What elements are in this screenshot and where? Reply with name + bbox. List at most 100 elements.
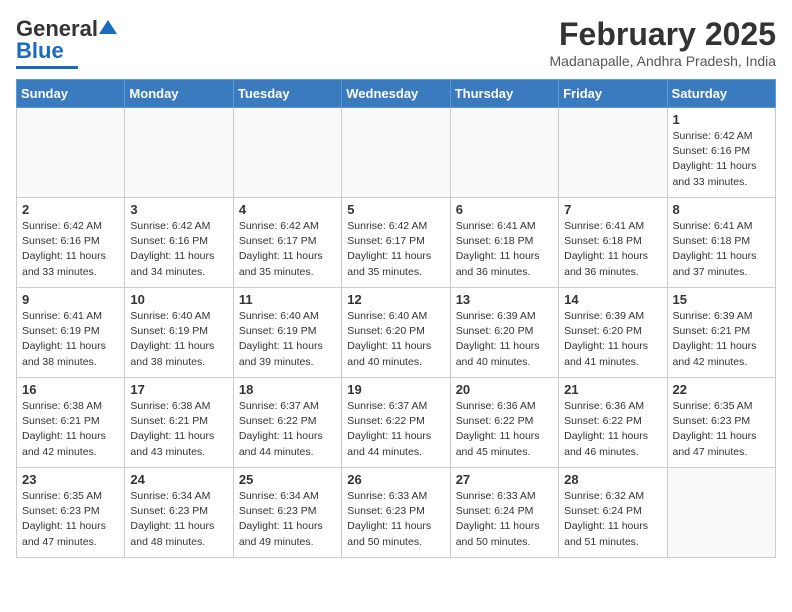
day-number: 20 [456,382,553,397]
calendar-cell: 16 Sunrise: 6:38 AM Sunset: 6:21 PM Dayli… [17,378,125,468]
calendar-cell: 20Sunrise: 6:36 AM Sunset: 6:22 PM Dayli… [450,378,558,468]
day-info: Sunrise: 6:42 AM Sunset: 6:16 PM Dayligh… [22,219,119,280]
day-info: Sunrise: 6:41 AM Sunset: 6:18 PM Dayligh… [673,219,770,280]
day-info: Sunrise: 6:34 AM Sunset: 6:23 PM Dayligh… [130,489,227,550]
day-number: 23 [22,472,119,487]
calendar-cell: 15Sunrise: 6:39 AM Sunset: 6:21 PM Dayli… [667,288,775,378]
day-info: Sunrise: 6:35 AM Sunset: 6:23 PM Dayligh… [22,489,119,550]
calendar-cell [667,468,775,558]
day-info: Sunrise: 6:33 AM Sunset: 6:23 PM Dayligh… [347,489,444,550]
day-number: 21 [564,382,661,397]
calendar-cell: 11 Sunrise: 6:40 AM Sunset: 6:19 PM Dayli… [233,288,341,378]
calendar-week-4: 16 Sunrise: 6:38 AM Sunset: 6:21 PM Dayli… [17,378,776,468]
calendar-cell: 12 Sunrise: 6:40 AM Sunset: 6:20 PM Dayli… [342,288,450,378]
calendar-cell: 14 Sunrise: 6:39 AM Sunset: 6:20 PM Dayli… [559,288,667,378]
col-header-saturday: Saturday [667,80,775,108]
day-info: Sunrise: 6:37 AM Sunset: 6:22 PM Dayligh… [347,399,444,460]
day-number: 16 [22,382,119,397]
day-number: 8 [673,202,770,217]
day-info: Sunrise: 6:40 AM Sunset: 6:19 PM Dayligh… [130,309,227,370]
calendar-cell: 7 Sunrise: 6:41 AM Sunset: 6:18 PM Daylig… [559,198,667,288]
day-info: Sunrise: 6:38 AM Sunset: 6:21 PM Dayligh… [130,399,227,460]
calendar-week-2: 2 Sunrise: 6:42 AM Sunset: 6:16 PM Daylig… [17,198,776,288]
day-number: 12 [347,292,444,307]
calendar-cell [17,108,125,198]
day-number: 19 [347,382,444,397]
calendar-cell: 24Sunrise: 6:34 AM Sunset: 6:23 PM Dayli… [125,468,233,558]
calendar-cell: 26Sunrise: 6:33 AM Sunset: 6:23 PM Dayli… [342,468,450,558]
calendar-cell: 8 Sunrise: 6:41 AM Sunset: 6:18 PM Daylig… [667,198,775,288]
day-info: Sunrise: 6:42 AM Sunset: 6:16 PM Dayligh… [673,129,770,190]
day-number: 1 [673,112,770,127]
day-number: 7 [564,202,661,217]
day-number: 28 [564,472,661,487]
calendar-header-row: SundayMondayTuesdayWednesdayThursdayFrid… [17,80,776,108]
day-number: 10 [130,292,227,307]
calendar-cell [342,108,450,198]
calendar-week-5: 23 Sunrise: 6:35 AM Sunset: 6:23 PM Dayli… [17,468,776,558]
location-subtitle: Madanapalle, Andhra Pradesh, India [550,53,777,69]
day-info: Sunrise: 6:33 AM Sunset: 6:24 PM Dayligh… [456,489,553,550]
day-info: Sunrise: 6:40 AM Sunset: 6:19 PM Dayligh… [239,309,336,370]
calendar-cell: 5 Sunrise: 6:42 AM Sunset: 6:17 PM Daylig… [342,198,450,288]
day-number: 4 [239,202,336,217]
calendar-cell: 18Sunrise: 6:37 AM Sunset: 6:22 PM Dayli… [233,378,341,468]
day-number: 2 [22,202,119,217]
day-info: Sunrise: 6:40 AM Sunset: 6:20 PM Dayligh… [347,309,444,370]
month-title: February 2025 [550,16,777,53]
calendar-cell: 17 Sunrise: 6:38 AM Sunset: 6:21 PM Dayli… [125,378,233,468]
day-info: Sunrise: 6:32 AM Sunset: 6:24 PM Dayligh… [564,489,661,550]
calendar-week-1: 1 Sunrise: 6:42 AM Sunset: 6:16 PM Daylig… [17,108,776,198]
title-block: February 2025 Madanapalle, Andhra Prades… [550,16,777,69]
col-header-wednesday: Wednesday [342,80,450,108]
calendar-cell: 22 Sunrise: 6:35 AM Sunset: 6:23 PM Dayli… [667,378,775,468]
col-header-friday: Friday [559,80,667,108]
logo-blue: Blue [16,38,64,64]
calendar-cell: 4 Sunrise: 6:42 AM Sunset: 6:17 PM Daylig… [233,198,341,288]
day-info: Sunrise: 6:41 AM Sunset: 6:19 PM Dayligh… [22,309,119,370]
calendar-table: SundayMondayTuesdayWednesdayThursdayFrid… [16,79,776,558]
day-number: 18 [239,382,336,397]
day-number: 25 [239,472,336,487]
calendar-cell: 6 Sunrise: 6:41 AM Sunset: 6:18 PM Daylig… [450,198,558,288]
day-number: 17 [130,382,227,397]
day-info: Sunrise: 6:39 AM Sunset: 6:21 PM Dayligh… [673,309,770,370]
calendar-cell: 1 Sunrise: 6:42 AM Sunset: 6:16 PM Daylig… [667,108,775,198]
day-number: 3 [130,202,227,217]
day-info: Sunrise: 6:41 AM Sunset: 6:18 PM Dayligh… [456,219,553,280]
logo-underline [16,66,78,69]
calendar-cell [125,108,233,198]
day-info: Sunrise: 6:42 AM Sunset: 6:17 PM Dayligh… [239,219,336,280]
calendar-cell: 25 Sunrise: 6:34 AM Sunset: 6:23 PM Dayli… [233,468,341,558]
day-info: Sunrise: 6:34 AM Sunset: 6:23 PM Dayligh… [239,489,336,550]
day-info: Sunrise: 6:39 AM Sunset: 6:20 PM Dayligh… [564,309,661,370]
day-info: Sunrise: 6:35 AM Sunset: 6:23 PM Dayligh… [673,399,770,460]
calendar-week-3: 9 Sunrise: 6:41 AM Sunset: 6:19 PM Daylig… [17,288,776,378]
day-number: 11 [239,292,336,307]
day-number: 5 [347,202,444,217]
calendar-cell: 2 Sunrise: 6:42 AM Sunset: 6:16 PM Daylig… [17,198,125,288]
day-info: Sunrise: 6:41 AM Sunset: 6:18 PM Dayligh… [564,219,661,280]
day-number: 22 [673,382,770,397]
col-header-tuesday: Tuesday [233,80,341,108]
calendar-cell: 9 Sunrise: 6:41 AM Sunset: 6:19 PM Daylig… [17,288,125,378]
calendar-cell: 19 Sunrise: 6:37 AM Sunset: 6:22 PM Dayli… [342,378,450,468]
day-info: Sunrise: 6:38 AM Sunset: 6:21 PM Dayligh… [22,399,119,460]
calendar-cell: 13Sunrise: 6:39 AM Sunset: 6:20 PM Dayli… [450,288,558,378]
day-number: 6 [456,202,553,217]
calendar-cell: 28 Sunrise: 6:32 AM Sunset: 6:24 PM Dayli… [559,468,667,558]
col-header-sunday: Sunday [17,80,125,108]
page-header: General Blue February 2025 Madanapalle, … [16,16,776,69]
col-header-thursday: Thursday [450,80,558,108]
day-info: Sunrise: 6:42 AM Sunset: 6:17 PM Dayligh… [347,219,444,280]
day-number: 9 [22,292,119,307]
calendar-cell [450,108,558,198]
day-info: Sunrise: 6:36 AM Sunset: 6:22 PM Dayligh… [564,399,661,460]
day-number: 13 [456,292,553,307]
calendar-cell: 27Sunrise: 6:33 AM Sunset: 6:24 PM Dayli… [450,468,558,558]
calendar-cell: 3Sunrise: 6:42 AM Sunset: 6:16 PM Daylig… [125,198,233,288]
calendar-cell [559,108,667,198]
col-header-monday: Monday [125,80,233,108]
calendar-cell [233,108,341,198]
day-number: 14 [564,292,661,307]
